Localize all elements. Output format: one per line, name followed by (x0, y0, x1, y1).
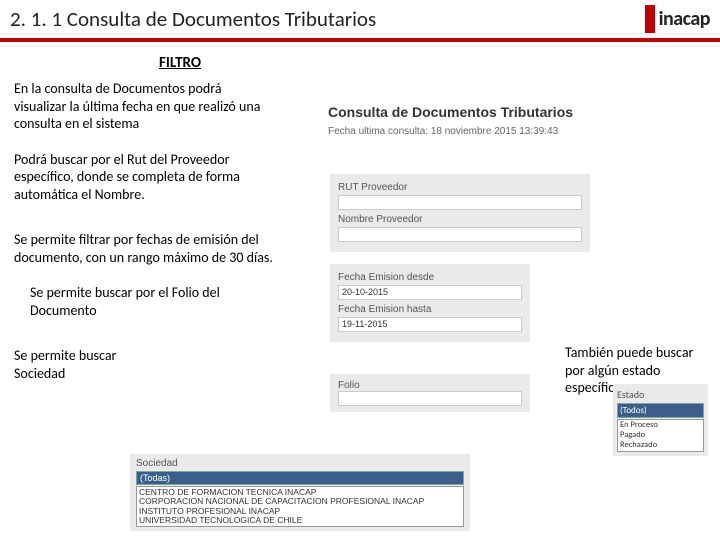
para-fechas: Se permite filtrar por fechas de emisión… (14, 231, 274, 266)
screenshot-fechas: Fecha Emision desde 20-10-2015 Fecha Emi… (330, 264, 530, 342)
sociedad-label: Sociedad (136, 458, 464, 469)
logo: inacap (645, 5, 710, 33)
filtro-heading: FILTRO (10, 54, 350, 72)
page-title: 2. 1. 1 Consulta de Documentos Tributari… (0, 6, 645, 32)
estado-options[interactable]: En Proceso Pagado Rechazado (617, 419, 704, 452)
consulta-title: Consulta de Documentos Tributarios (328, 104, 638, 120)
screenshot-rut-proveedor: RUT Proveedor Nombre Proveedor (330, 174, 590, 252)
rut-label: RUT Proveedor (338, 182, 582, 193)
para-sociedad: Se permite buscar Sociedad (14, 347, 154, 382)
fecha-desde-label: Fecha Emision desde (338, 272, 522, 283)
fecha-desde-input[interactable]: 20-10-2015 (338, 285, 522, 300)
screenshot-estado: Estado (Todos) En Proceso Pagado Rechaza… (613, 384, 708, 456)
screenshot-consulta-header: Consulta de Documentos Tributarios Fecha… (328, 104, 638, 137)
consulta-last-date: Fecha ultima consulta: 18 noviembre 2015… (328, 126, 638, 137)
content: FILTRO En la consulta de Documentos podr… (0, 54, 720, 382)
estado-label: Estado (617, 388, 704, 401)
screenshot-sociedad: Sociedad (Todas) CENTRO DE FORMACION TEC… (130, 454, 470, 531)
folio-input[interactable] (338, 391, 522, 406)
folio-label: Folio (338, 380, 522, 391)
nombre-label: Nombre Proveedor (338, 214, 582, 225)
screenshot-folio: Folio (330, 374, 530, 412)
para-folio: Se permite buscar por el Folio del Docum… (30, 284, 230, 319)
fecha-hasta-label: Fecha Emision hasta (338, 304, 522, 315)
para-intro: En la consulta de Documentos podrá visua… (14, 80, 274, 133)
sociedad-select[interactable]: (Todas) (136, 471, 464, 485)
para-rut: Podrá buscar por el Rut del Proveedor es… (14, 151, 274, 204)
sociedad-option[interactable]: UNIVERSIDAD TECNOLOGICA DE CHILE (139, 516, 461, 525)
fecha-hasta-input[interactable]: 19-11-2015 (338, 317, 522, 332)
logo-bar-icon (645, 5, 655, 33)
nombre-input[interactable] (338, 227, 582, 242)
estado-option[interactable]: Rechazado (620, 441, 701, 451)
logo-text: inacap (659, 7, 710, 31)
sociedad-options[interactable]: CENTRO DE FORMACION TECNICA INACAP CORPO… (136, 486, 464, 527)
header: 2. 1. 1 Consulta de Documentos Tributari… (0, 0, 720, 42)
rut-input[interactable] (338, 195, 582, 210)
estado-select[interactable]: (Todos) (617, 403, 704, 418)
